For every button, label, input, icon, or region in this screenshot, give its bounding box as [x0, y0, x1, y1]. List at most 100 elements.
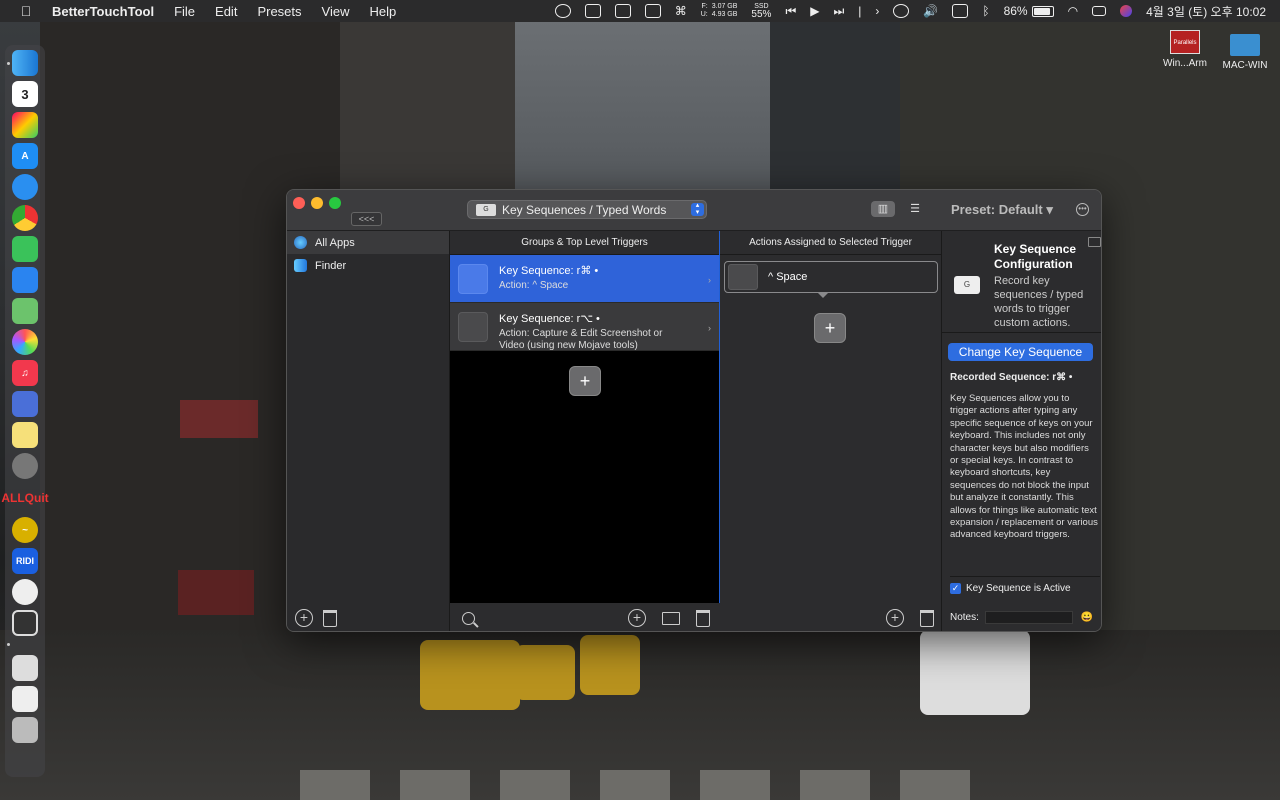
- system-preferences-icon[interactable]: [12, 453, 38, 479]
- messages-icon[interactable]: [12, 236, 38, 262]
- search-icon[interactable]: [462, 611, 475, 625]
- desktop-icon-label: MAC-WIN: [1222, 60, 1268, 71]
- list-view-icon[interactable]: ☰: [903, 201, 927, 217]
- keynote-icon[interactable]: [12, 391, 38, 417]
- notes-icon[interactable]: [12, 422, 38, 448]
- text-tool-icon[interactable]: [644, 4, 661, 18]
- mail-icon[interactable]: [12, 267, 38, 293]
- bettertouchtool-icon[interactable]: [12, 610, 38, 636]
- add-trigger-small-button[interactable]: +: [628, 609, 646, 627]
- trigger-row[interactable]: Key Sequence: r⌥ • Action: Capture & Edi…: [450, 303, 719, 351]
- active-checkbox-row[interactable]: ✓ Key Sequence is Active: [950, 576, 1100, 594]
- sidebar-item-finder[interactable]: Finder: [287, 254, 449, 277]
- app-sidebar: All Apps Finder +: [287, 231, 450, 631]
- menu-file[interactable]: File: [174, 4, 195, 19]
- siri-icon[interactable]: [1120, 5, 1133, 17]
- mask-icon[interactable]: [554, 4, 571, 18]
- input-source-icon[interactable]: [952, 4, 969, 18]
- safari-icon[interactable]: [12, 174, 38, 200]
- music-icon[interactable]: ♫: [12, 360, 38, 386]
- add-trigger-button[interactable]: +: [569, 366, 601, 396]
- add-action-button[interactable]: +: [814, 313, 846, 343]
- more-options-icon[interactable]: •••: [1076, 203, 1089, 216]
- menu-help[interactable]: Help: [369, 4, 396, 19]
- downloads-icon[interactable]: [12, 686, 38, 712]
- photos-icon[interactable]: [12, 329, 38, 355]
- menu-bar:  BetterTouchTool File Edit Presets View…: [0, 0, 1280, 22]
- add-action-small-button[interactable]: +: [886, 609, 904, 627]
- key-sequence-icon: G: [954, 276, 980, 294]
- new-folder-icon[interactable]: [662, 611, 680, 625]
- battery-percent[interactable]: 86%: [1004, 4, 1028, 18]
- notes-input[interactable]: [984, 611, 1073, 624]
- allquit-icon[interactable]: ALL Quit: [1, 484, 48, 512]
- emoji-icon[interactable]: 😀: [1081, 612, 1093, 623]
- clock[interactable]: 4월 3일 (토) 오후 10:02: [1146, 3, 1266, 20]
- bluetooth-icon[interactable]: ᛒ: [982, 4, 989, 18]
- command-key-icon[interactable]: ⌘: [675, 4, 687, 18]
- delete-trigger-icon[interactable]: [696, 610, 710, 627]
- allquit-line1: ALL: [1, 491, 25, 505]
- memory-monitor[interactable]: F: U: 3.07 GB 4.93 GB: [701, 3, 738, 19]
- soundsource-icon[interactable]: ~: [12, 517, 38, 543]
- sidebar-item-all-apps[interactable]: All Apps: [287, 231, 449, 254]
- ridi-icon[interactable]: RIDI: [12, 548, 38, 574]
- delete-action-icon[interactable]: [920, 610, 934, 627]
- wifi-icon[interactable]: ◠: [1068, 4, 1078, 18]
- launchpad-icon[interactable]: [12, 112, 38, 138]
- mem-label-used: U:: [700, 11, 708, 18]
- maps-icon[interactable]: [12, 298, 38, 324]
- key-sequence-icon: G: [476, 203, 496, 216]
- chrome-icon[interactable]: [12, 205, 38, 231]
- desktop-icon-label: Win...Arm: [1163, 58, 1207, 69]
- background-sky: [515, 22, 775, 192]
- screenshot-icon[interactable]: [12, 655, 38, 681]
- trigger-row[interactable]: Key Sequence: r⌘ • Action: ^ Space ›: [450, 255, 719, 303]
- volume-icon[interactable]: 🔊: [923, 4, 938, 18]
- actions-column: Actions Assigned to Selected Trigger ^ S…: [720, 231, 942, 631]
- column-view-icon[interactable]: ▥: [871, 201, 895, 217]
- desktop-icon-parallels[interactable]: Parallels Win...Arm: [1150, 30, 1220, 69]
- checkbox-checked-icon[interactable]: ✓: [950, 583, 961, 594]
- detach-panel-icon[interactable]: [1088, 237, 1101, 247]
- previous-track-icon[interactable]: ⏮: [785, 4, 796, 19]
- play-icon[interactable]: ▶: [810, 4, 819, 18]
- collapse-sidebar-button[interactable]: <<<: [351, 212, 382, 226]
- trigger-title: Key Sequence: r⌘ •: [499, 265, 599, 277]
- trash-icon[interactable]: [12, 717, 38, 743]
- zoom-window-button[interactable]: [329, 197, 341, 209]
- trigger-icon: [458, 312, 488, 342]
- crosswalk-stripe: [400, 770, 470, 800]
- menu-edit[interactable]: Edit: [215, 4, 237, 19]
- battery-icon[interactable]: [1031, 5, 1054, 17]
- config-header: G Key Sequence Configuration Record key …: [942, 231, 1101, 333]
- preset-selector[interactable]: Preset: Default ▾: [951, 202, 1053, 218]
- menu-presets[interactable]: Presets: [257, 4, 301, 19]
- screen-mirror-icon[interactable]: [614, 4, 631, 18]
- add-app-button[interactable]: +: [295, 609, 313, 627]
- ssd-monitor[interactable]: SSD 55%: [751, 3, 771, 20]
- window-toolbar: <<< G Key Sequences / Typed Words ▴ ▾ ▥ ☰…: [287, 190, 1101, 231]
- istat-icon[interactable]: [12, 579, 38, 605]
- control-center-icon[interactable]: [1092, 6, 1107, 16]
- calendar-icon[interactable]: 3: [12, 81, 38, 107]
- minimize-window-button[interactable]: [311, 197, 323, 209]
- crosswalk-stripe: [900, 770, 970, 800]
- play-circle-icon[interactable]: [893, 4, 910, 18]
- assigned-action-label: ^ Space: [768, 271, 808, 283]
- app-store-icon[interactable]: A: [12, 143, 38, 169]
- desktop-icon-mac-win[interactable]: MAC-WIN: [1212, 34, 1278, 71]
- close-window-button[interactable]: [293, 197, 305, 209]
- chevron-right-icon[interactable]: ›: [875, 4, 879, 18]
- delete-app-icon[interactable]: [323, 610, 337, 627]
- finder-icon[interactable]: [12, 50, 38, 76]
- actions-toolbar: +: [720, 603, 942, 631]
- app-status-icon[interactable]: [584, 4, 601, 18]
- trigger-type-select[interactable]: G Key Sequences / Typed Words ▴ ▾: [467, 200, 707, 219]
- next-track-icon[interactable]: ⏭: [833, 4, 844, 19]
- menu-app-name[interactable]: BetterTouchTool: [52, 4, 154, 19]
- menu-view[interactable]: View: [322, 4, 350, 19]
- apple-menu-icon[interactable]: : [18, 3, 34, 19]
- change-key-sequence-button[interactable]: Change Key Sequence: [948, 343, 1093, 361]
- assigned-action-row[interactable]: ^ Space: [724, 261, 938, 293]
